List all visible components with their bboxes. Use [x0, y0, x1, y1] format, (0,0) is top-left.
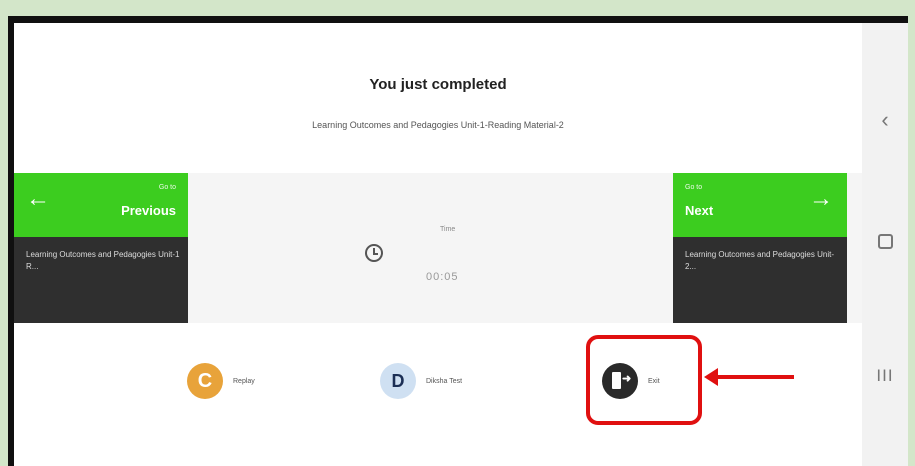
- completion-screen: You just completed Learning Outcomes and…: [14, 23, 862, 466]
- next-label: Next: [685, 203, 714, 218]
- completed-content-name: Learning Outcomes and Pedagogies Unit-1-…: [312, 120, 564, 130]
- arrow-left-icon: ←: [26, 185, 50, 212]
- next-item-title: Learning Outcomes and Pedagogies Unit-2.…: [673, 237, 847, 323]
- time-value: 00:05: [426, 271, 459, 283]
- clock-icon: [365, 244, 383, 262]
- arrow-right-icon: →: [809, 185, 833, 212]
- previous-label: Previous: [121, 203, 176, 218]
- d-action-label[interactable]: Diksha Test: [426, 378, 462, 385]
- d-letter-icon[interactable]: D: [380, 363, 416, 399]
- next-card[interactable]: Go to Next → Learning Outcomes and Pedag…: [673, 173, 847, 323]
- previous-card[interactable]: ← Go to Previous Learning Outcomes and P…: [14, 173, 188, 323]
- previous-go-to-text: Go to: [158, 184, 176, 191]
- next-card-header[interactable]: Go to Next →: [673, 173, 847, 237]
- back-chevron-icon[interactable]: ‹: [862, 107, 908, 133]
- home-square-icon[interactable]: [862, 234, 908, 254]
- pointer-arrow-head: [704, 368, 718, 386]
- previous-card-header[interactable]: ← Go to Previous: [14, 173, 188, 237]
- replay-icon[interactable]: C: [187, 363, 223, 399]
- replay-label[interactable]: Replay: [233, 378, 255, 385]
- page-title: You just completed: [369, 76, 507, 93]
- exit-highlight-box: [586, 335, 702, 425]
- time-label: Time: [440, 226, 456, 233]
- recent-apps-icon[interactable]: III: [862, 366, 908, 386]
- previous-item-title: Learning Outcomes and Pedagogies Unit-1 …: [14, 237, 188, 323]
- system-nav-bar: ‹ III: [862, 23, 908, 466]
- next-go-to-text: Go to: [685, 184, 703, 191]
- pointer-arrow-shaft: [714, 375, 794, 379]
